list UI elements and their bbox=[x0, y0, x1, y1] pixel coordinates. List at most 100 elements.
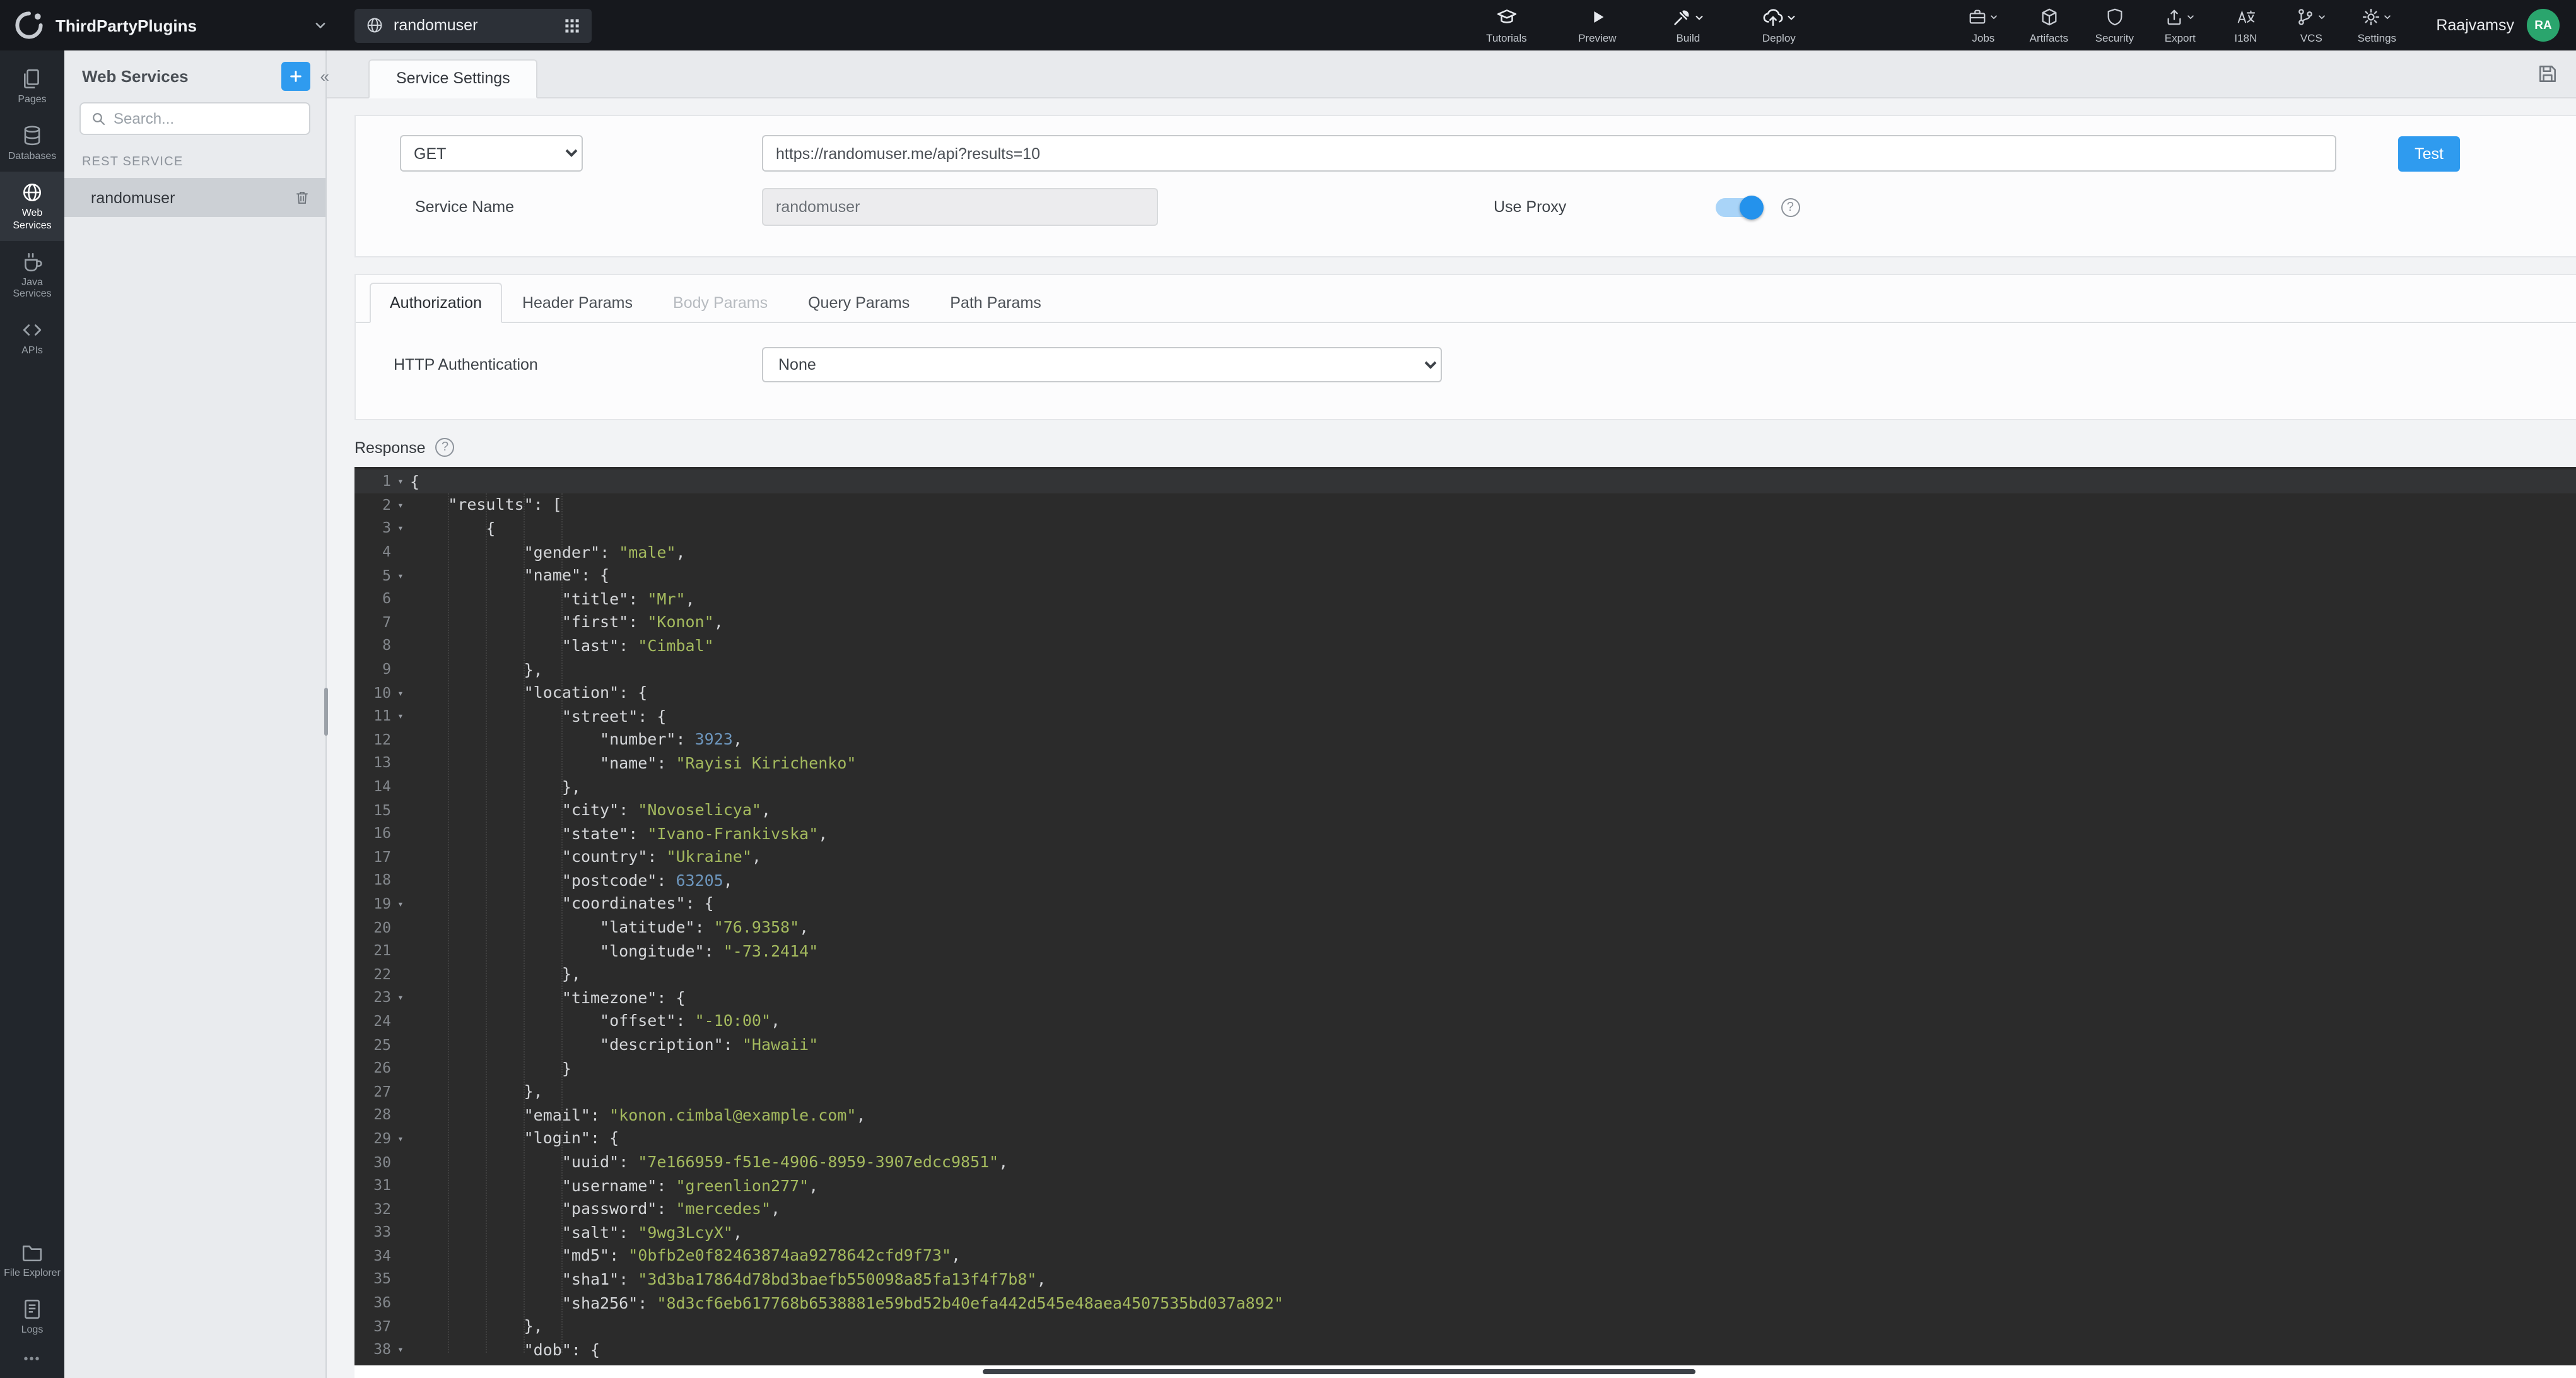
use-proxy-toggle[interactable] bbox=[1715, 197, 1762, 216]
topbar-tools: Jobs Artifacts Security Export bbox=[1957, 7, 2403, 44]
editor-line[interactable]: 37 }, bbox=[354, 1314, 2576, 1338]
editor-line[interactable]: 29▾ "login": { bbox=[354, 1126, 2576, 1150]
editor-line[interactable]: 26 } bbox=[354, 1056, 2576, 1080]
editor-line[interactable]: 11▾ "street": { bbox=[354, 704, 2576, 727]
editor-line[interactable]: 17 "country": "Ukraine", bbox=[354, 845, 2576, 868]
fold-icon[interactable]: ▾ bbox=[391, 1132, 410, 1145]
editor-line[interactable]: 28 "email": "konon.cimbal@example.com", bbox=[354, 1103, 2576, 1126]
editor-line[interactable]: 31 "username": "greenlion277", bbox=[354, 1174, 2576, 1197]
more-icon[interactable]: ••• bbox=[0, 1345, 64, 1378]
editor-line[interactable]: 10▾ "location": { bbox=[354, 681, 2576, 704]
tutorials-button[interactable]: Tutorials bbox=[1480, 7, 1533, 44]
tab-authorization[interactable]: Authorization bbox=[370, 283, 502, 323]
fold-icon[interactable]: ▾ bbox=[391, 498, 410, 511]
editor-line[interactable]: 34 "md5": "0bfb2e0f82463874aa9278642cfd9… bbox=[354, 1244, 2576, 1267]
editor-line[interactable]: 3▾ { bbox=[354, 516, 2576, 539]
service-form-card: GET Test Service Name Use Proxy ? bbox=[354, 115, 2576, 257]
deploy-button[interactable]: Deploy bbox=[1752, 7, 1805, 44]
service-url-input[interactable] bbox=[762, 135, 2336, 172]
editor-line[interactable]: 5▾ "name": { bbox=[354, 563, 2576, 587]
editor-line[interactable]: 18 "postcode": 63205, bbox=[354, 868, 2576, 892]
tab-path-params[interactable]: Path Params bbox=[930, 283, 1062, 323]
export-button[interactable]: Export bbox=[2153, 7, 2206, 44]
fold-icon[interactable]: ▾ bbox=[391, 475, 410, 488]
fold-icon[interactable]: ▾ bbox=[391, 991, 410, 1004]
sidebar-item-logs[interactable]: Logs bbox=[0, 1288, 64, 1345]
editor-line[interactable]: 13 "name": "Rayisi Kirichenko" bbox=[354, 751, 2576, 774]
jobs-button[interactable]: Jobs bbox=[1957, 7, 2010, 44]
fold-spacer bbox=[391, 832, 410, 833]
avatar[interactable]: RA bbox=[2527, 9, 2560, 42]
editor-line[interactable]: 36 "sha256": "8d3cf6eb617768b6538881e59b… bbox=[354, 1291, 2576, 1314]
http-method-select[interactable]: GET bbox=[400, 135, 583, 172]
editor-line[interactable]: 9 }, bbox=[354, 657, 2576, 681]
editor-line[interactable]: 25 "description": "Hawaii" bbox=[354, 1033, 2576, 1056]
service-name-input[interactable] bbox=[762, 188, 1158, 226]
project-name[interactable]: ThirdPartyPlugins bbox=[56, 16, 197, 35]
editor-line[interactable]: 8 "last": "Cimbal" bbox=[354, 633, 2576, 657]
tab-header-params[interactable]: Header Params bbox=[502, 283, 653, 323]
editor-line[interactable]: 32 "password": "mercedes", bbox=[354, 1197, 2576, 1220]
service-settings-content: GET Test Service Name Use Proxy ? bbox=[327, 98, 2576, 1378]
fold-icon[interactable]: ▾ bbox=[391, 1343, 410, 1356]
editor-line[interactable]: 38▾ "dob": { bbox=[354, 1338, 2576, 1361]
fold-spacer bbox=[391, 856, 410, 857]
search-input[interactable] bbox=[114, 110, 299, 127]
editor-line[interactable]: 6 "title": "Mr", bbox=[354, 587, 2576, 610]
security-button[interactable]: Security bbox=[2088, 7, 2141, 44]
use-proxy-help-icon[interactable]: ? bbox=[1781, 197, 1800, 216]
editor-line[interactable]: 4 "gender": "male", bbox=[354, 540, 2576, 563]
service-item-randomuser[interactable]: randomuser bbox=[64, 178, 325, 217]
fold-icon[interactable]: ▾ bbox=[391, 686, 410, 698]
user-menu[interactable]: Raajvamsy RA bbox=[2436, 9, 2576, 42]
tab-query-params[interactable]: Query Params bbox=[788, 283, 930, 323]
editor-line[interactable]: 19▾ "coordinates": { bbox=[354, 892, 2576, 915]
sidebar-item-apis[interactable]: APIs bbox=[0, 309, 64, 366]
preview-button[interactable]: Preview bbox=[1571, 7, 1624, 44]
sidebar-item-file-explorer[interactable]: File Explorer bbox=[0, 1231, 64, 1288]
code-text: "description": "Hawaii" bbox=[410, 1035, 818, 1054]
editor-line[interactable]: 24 "offset": "-10:00", bbox=[354, 1009, 2576, 1032]
editor-line[interactable]: 23▾ "timezone": { bbox=[354, 986, 2576, 1009]
tab-service-settings[interactable]: Service Settings bbox=[368, 59, 538, 98]
build-button[interactable]: Build bbox=[1661, 7, 1714, 44]
sidebar-item-databases[interactable]: Databases bbox=[0, 115, 64, 172]
editor-line[interactable]: 15 "city": "Novoselicya", bbox=[354, 798, 2576, 822]
chevron-down-icon[interactable] bbox=[312, 16, 329, 34]
sidebar-item-pages[interactable]: Pages bbox=[0, 58, 64, 115]
i18n-button[interactable]: I18N bbox=[2219, 7, 2272, 44]
settings-button[interactable]: Settings bbox=[2350, 7, 2403, 44]
sidebar-item-java-services[interactable]: Java Services bbox=[0, 241, 64, 310]
delete-service-trash-icon[interactable] bbox=[294, 189, 310, 206]
editor-line[interactable]: 2▾ "results": [ bbox=[354, 493, 2576, 516]
test-button[interactable]: Test bbox=[2398, 136, 2460, 171]
response-help-icon[interactable]: ? bbox=[436, 438, 455, 457]
editor-line[interactable]: 27 }, bbox=[354, 1080, 2576, 1103]
fold-icon[interactable]: ▾ bbox=[391, 709, 410, 722]
app-tab-randomuser[interactable]: randomuser bbox=[354, 8, 592, 42]
save-icon[interactable] bbox=[2537, 63, 2558, 85]
panel-resize-handle[interactable] bbox=[324, 688, 328, 736]
sidebar-item-web-services[interactable]: Web Services bbox=[0, 172, 64, 241]
fold-icon[interactable]: ▾ bbox=[391, 897, 410, 910]
editor-line[interactable]: 33 "salt": "9wg3LcyX", bbox=[354, 1220, 2576, 1244]
editor-line[interactable]: 21 "longitude": "-73.2414" bbox=[354, 939, 2576, 962]
http-auth-select[interactable]: None bbox=[762, 347, 1442, 382]
response-editor[interactable]: 1▾{2▾ "results": [3▾ {4 "gender": "male"… bbox=[354, 467, 2576, 1365]
editor-line[interactable]: 1▾{ bbox=[354, 469, 2576, 493]
artifacts-button[interactable]: Artifacts bbox=[2022, 7, 2075, 44]
fold-icon[interactable]: ▾ bbox=[391, 522, 410, 534]
editor-line[interactable]: 30 "uuid": "7e166959-f51e-4906-8959-3907… bbox=[354, 1150, 2576, 1173]
add-service-button[interactable] bbox=[281, 62, 310, 91]
editor-line[interactable]: 20 "latitude": "76.9358", bbox=[354, 916, 2576, 939]
editor-line[interactable]: 22 }, bbox=[354, 962, 2576, 986]
collapse-panel-icon[interactable]: « bbox=[320, 67, 329, 86]
fold-icon[interactable]: ▾ bbox=[391, 568, 410, 581]
vcs-button[interactable]: VCS bbox=[2285, 7, 2338, 44]
editor-line[interactable]: 14 }, bbox=[354, 774, 2576, 798]
editor-line[interactable]: 12 "number": 3923, bbox=[354, 727, 2576, 751]
editor-line[interactable]: 7 "first": "Konon", bbox=[354, 610, 2576, 633]
apps-grid-icon[interactable] bbox=[564, 17, 580, 33]
editor-line[interactable]: 16 "state": "Ivano-Frankivska", bbox=[354, 822, 2576, 845]
editor-line[interactable]: 35 "sha1": "3d3ba17864d78bd3baefb550098a… bbox=[354, 1267, 2576, 1290]
